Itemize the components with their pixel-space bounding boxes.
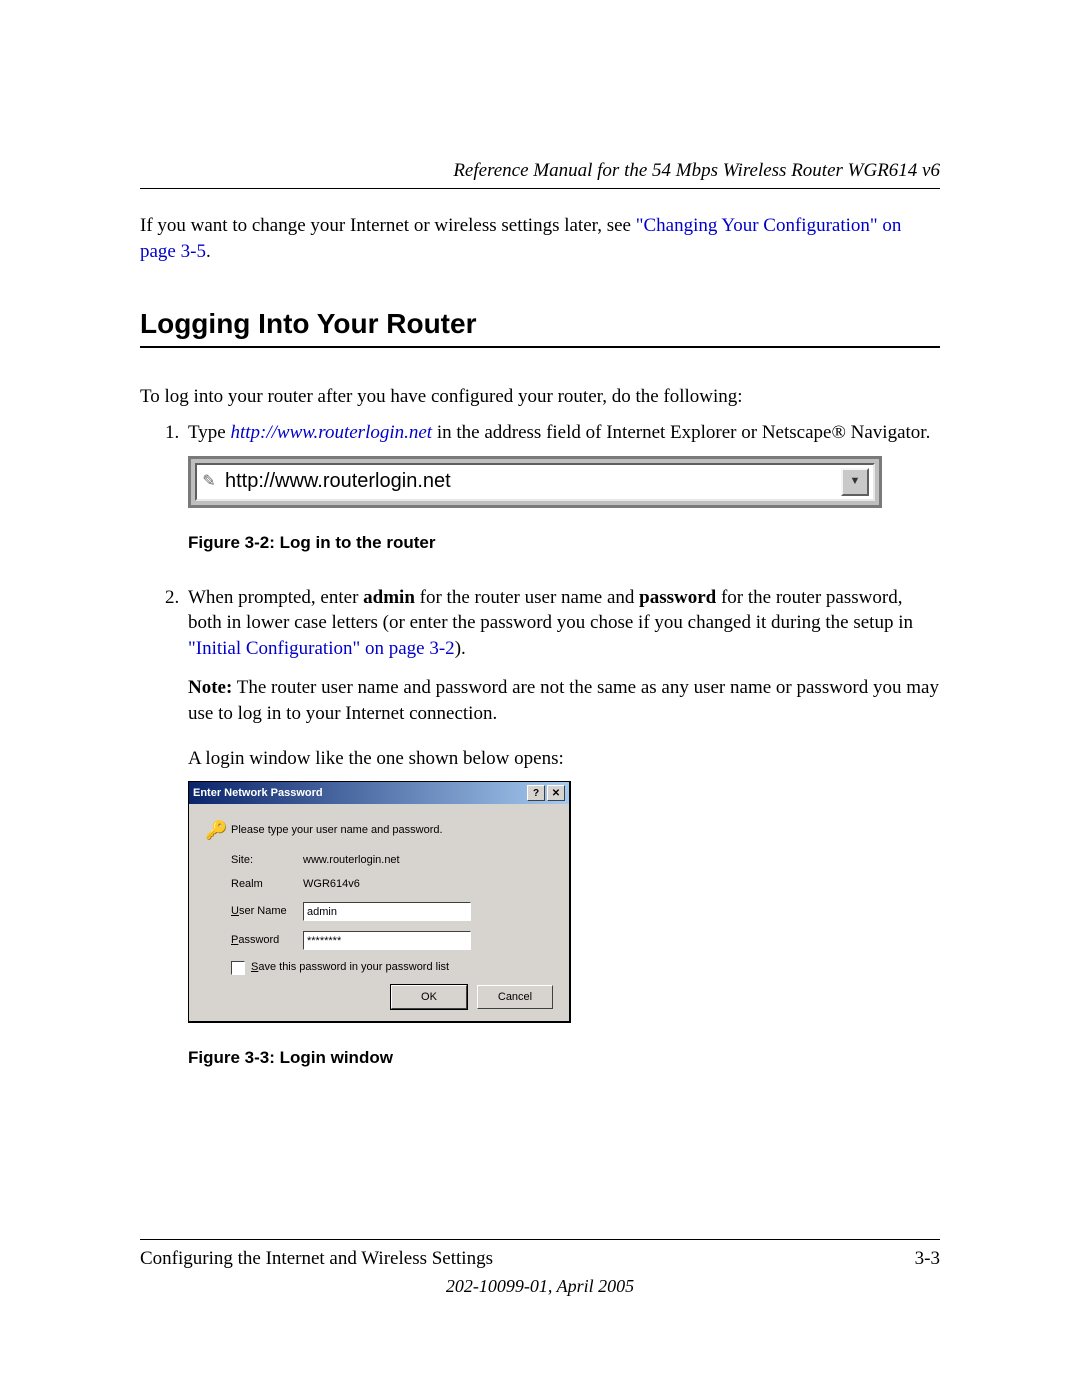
step2-admin-bold: admin [363, 587, 415, 608]
section-heading: Logging Into Your Router [140, 308, 940, 340]
step2-end: ). [455, 638, 466, 659]
address-bar-figure: ✎ http://www.routerlogin.net ▼ [188, 456, 882, 508]
username-label: User Name [231, 904, 303, 919]
ok-button[interactable]: OK [391, 985, 467, 1009]
steps-list: Type http://www.routerlogin.net in the a… [140, 420, 940, 1070]
help-button[interactable]: ? [527, 785, 545, 801]
dialog-instruction: Please type your user name and password. [231, 823, 443, 838]
dialog-body: 🔑 Please type your user name and passwor… [189, 804, 569, 1021]
page-header-title: Reference Manual for the 54 Mbps Wireles… [140, 160, 940, 182]
address-bar-text: http://www.routerlogin.net [221, 468, 841, 495]
address-dropdown-button[interactable]: ▼ [841, 468, 869, 496]
section-rule [140, 346, 940, 348]
site-label: Site: [231, 853, 303, 868]
step2-pre: When prompted, enter [188, 587, 363, 608]
note-paragraph: Note: The router user name and password … [188, 675, 940, 726]
save-password-label: Save this password in your password list [251, 960, 449, 975]
save-password-checkbox[interactable] [231, 961, 245, 975]
routerlogin-url-link[interactable]: http://www.routerlogin.net [230, 422, 432, 443]
step1-pre: Type [188, 422, 230, 443]
figure-3-2: ✎ http://www.routerlogin.net ▼ [188, 456, 940, 508]
dialog-buttons: OK Cancel [205, 985, 553, 1009]
header-rule [140, 188, 940, 189]
lead-text: To log into your router after you have c… [140, 384, 940, 410]
footer-docid: 202-10099-01, April 2005 [140, 1276, 940, 1297]
footer-page-number: 3-3 [915, 1248, 940, 1270]
footer-rule [140, 1239, 940, 1240]
realm-label: Realm [231, 877, 303, 892]
page-footer: Configuring the Internet and Wireless Se… [140, 1239, 940, 1297]
initial-config-link[interactable]: "Initial Configuration" on page 3-2 [188, 638, 455, 659]
address-bar: ✎ http://www.routerlogin.net ▼ [195, 463, 875, 501]
footer-chapter: Configuring the Internet and Wireless Se… [140, 1248, 493, 1270]
login-dialog-figure: Enter Network Password ? ✕ 🔑 Please type… [188, 781, 571, 1023]
key-icon: 🔑 [205, 818, 231, 842]
page-icon: ✎ [197, 471, 221, 493]
figure-3-3-caption: Figure 3-3: Login window [188, 1047, 940, 1070]
password-label: Password [231, 933, 303, 948]
realm-value: WGR614v6 [303, 877, 553, 892]
cancel-button[interactable]: Cancel [477, 985, 553, 1009]
intro-post: . [206, 241, 211, 262]
step2-password-bold: password [639, 587, 716, 608]
username-input[interactable] [303, 902, 471, 921]
intro-pre: If you want to change your Internet or w… [140, 215, 636, 236]
dialog-title-buttons: ? ✕ [527, 785, 565, 801]
close-button[interactable]: ✕ [547, 785, 565, 801]
intro-paragraph: If you want to change your Internet or w… [140, 213, 940, 264]
site-value: www.routerlogin.net [303, 853, 553, 868]
step1-post: in the address field of Internet Explore… [432, 422, 930, 443]
dialog-title-text: Enter Network Password [193, 786, 323, 801]
step-1: Type http://www.routerlogin.net in the a… [184, 420, 940, 555]
step2-mid: for the router user name and [415, 587, 639, 608]
figure-3-2-caption: Figure 3-2: Log in to the router [188, 532, 940, 555]
note-text: The router user name and password are no… [188, 677, 939, 724]
dialog-titlebar: Enter Network Password ? ✕ [189, 782, 569, 804]
step-2: When prompted, enter admin for the route… [184, 585, 940, 1071]
note-label: Note: [188, 677, 232, 698]
after-note-text: A login window like the one shown below … [188, 746, 940, 772]
password-input[interactable] [303, 931, 471, 950]
